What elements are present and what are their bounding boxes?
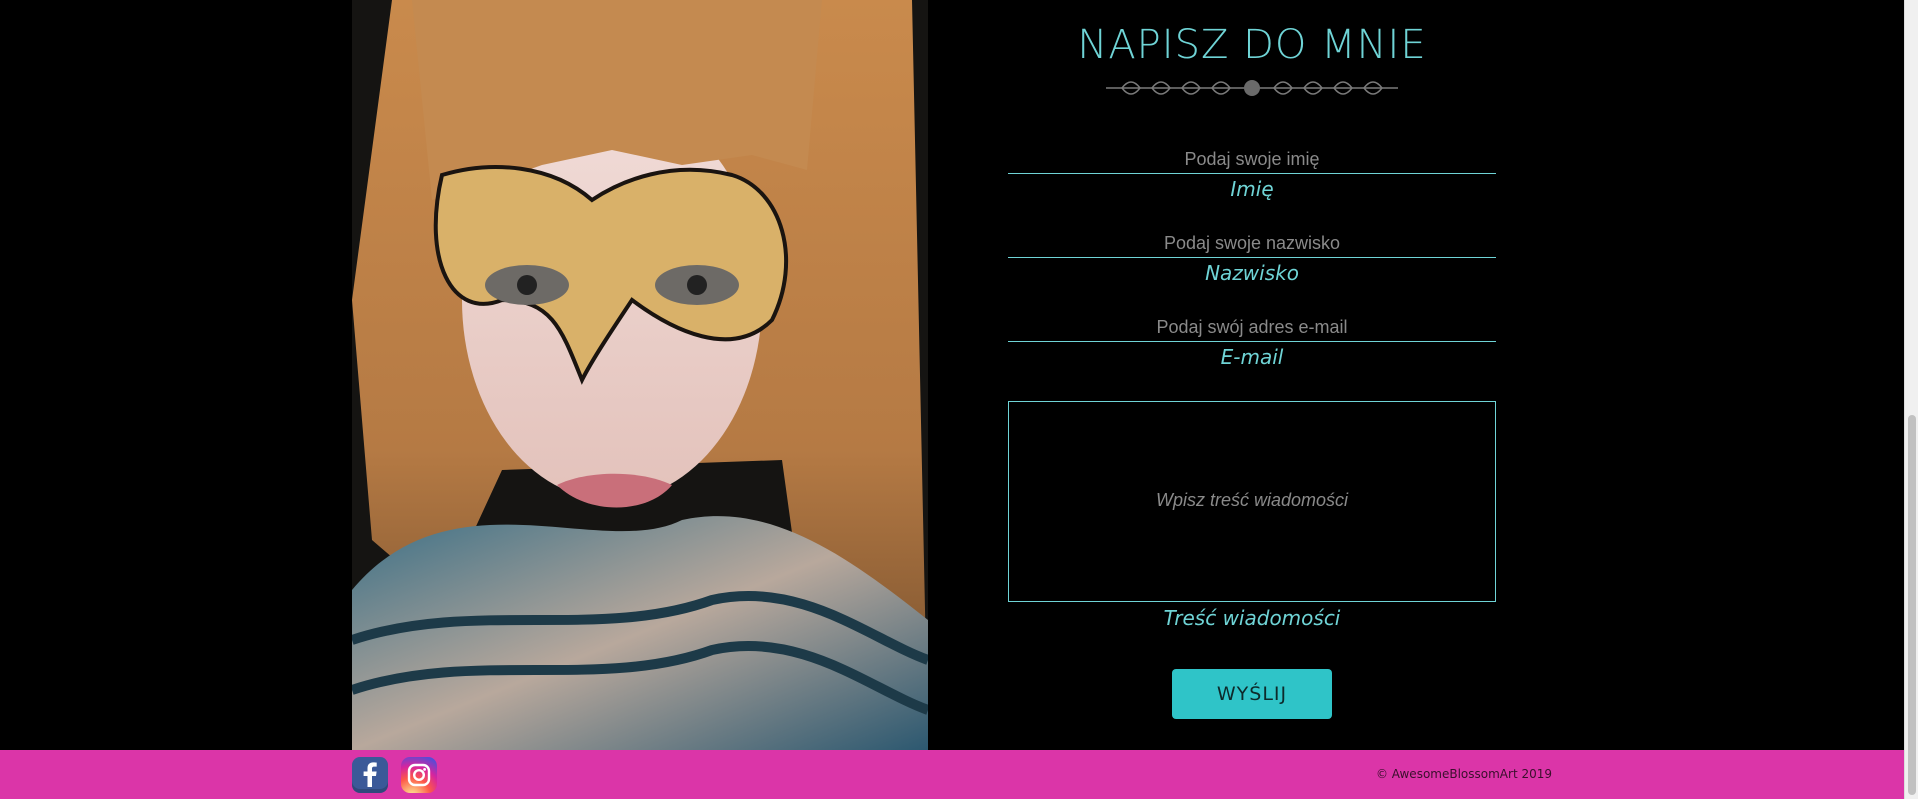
- page: NAPISZ DO MNIE Imię Nazwisko: [0, 0, 1918, 799]
- ornament-divider-icon: [1106, 80, 1398, 96]
- instagram-icon[interactable]: [401, 757, 437, 793]
- contact-form: NAPISZ DO MNIE Imię Nazwisko: [1008, 0, 1496, 750]
- footer: © AwesomeBlossomArt 2019: [0, 750, 1904, 799]
- message-textarea[interactable]: [1009, 402, 1495, 601]
- portrait-photo: [352, 0, 928, 750]
- message-label: Treść wiadomości: [1163, 606, 1341, 630]
- email-input[interactable]: [1008, 314, 1496, 342]
- first-name-label: Imię: [1230, 177, 1274, 201]
- last-name-group: Nazwisko: [1008, 230, 1496, 285]
- message-box: [1008, 401, 1496, 602]
- copyright-text: © AwesomeBlossomArt 2019: [1375, 767, 1552, 781]
- last-name-input[interactable]: [1008, 230, 1496, 258]
- first-name-input[interactable]: [1008, 146, 1496, 174]
- email-group: E-mail: [1008, 314, 1496, 369]
- vertical-scrollbar[interactable]: [1904, 0, 1918, 799]
- first-name-group: Imię: [1008, 146, 1496, 201]
- email-label: E-mail: [1220, 345, 1284, 369]
- last-name-label: Nazwisko: [1205, 261, 1299, 285]
- send-button[interactable]: WYŚLIJ: [1172, 669, 1332, 719]
- scrollbar-thumb[interactable]: [1908, 415, 1916, 795]
- facebook-icon[interactable]: [352, 757, 388, 793]
- contact-title: NAPISZ DO MNIE: [1077, 22, 1427, 68]
